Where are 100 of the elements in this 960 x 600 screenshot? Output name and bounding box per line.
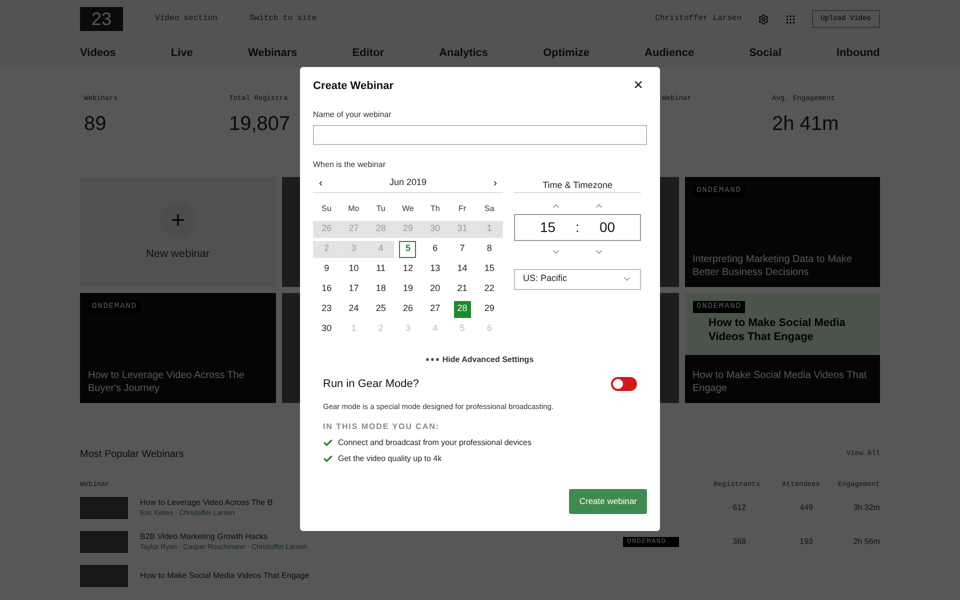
- timezone-select[interactable]: US: Pacific: [514, 268, 641, 290]
- weekday-label: Sa: [484, 203, 496, 215]
- calendar-day[interactable]: 13: [422, 260, 449, 278]
- dialog-title: Create Webinar: [313, 79, 394, 94]
- field-label: When is the webinar: [313, 158, 386, 170]
- field-label: Name of your webinar: [313, 108, 392, 120]
- calendar-day[interactable]: 6: [476, 320, 503, 338]
- webinar-title[interactable]: How to Make Social Media Videos That Engage: [140, 570, 611, 582]
- calendar-day[interactable]: 3: [394, 320, 422, 338]
- calendar-day[interactable]: 25: [367, 300, 394, 318]
- nav-link[interactable]: Live: [170, 44, 193, 62]
- nav-link[interactable]: Webinars: [248, 44, 298, 62]
- nav-link[interactable]: Social: [749, 44, 782, 62]
- calendar-day[interactable]: 8: [476, 240, 503, 258]
- stat-value: 19,807: [229, 112, 290, 136]
- user-name[interactable]: Christoffer Larsen: [655, 13, 742, 25]
- calendar-day[interactable]: 28: [367, 220, 394, 238]
- calendar-day[interactable]: 17: [340, 280, 368, 298]
- weekday-label: Tu: [375, 203, 386, 215]
- feature-heading: IN THIS MODE YOU CAN:: [323, 421, 440, 434]
- table-cell-text: 449: [798, 502, 813, 514]
- calendar-day[interactable]: 19: [394, 280, 422, 298]
- weekday-label: Su: [320, 203, 332, 215]
- nav-link[interactable]: Inbound: [836, 44, 880, 62]
- weekday-label: Fr: [457, 203, 468, 215]
- section-title: Most Popular Webinars: [80, 448, 184, 462]
- calendar-day[interactable]: 28: [454, 300, 471, 318]
- stat-value: 2h 41m: [772, 112, 839, 136]
- calendar-day[interactable]: 4: [367, 240, 394, 258]
- calendar-day[interactable]: 30: [313, 320, 340, 338]
- calendar-day[interactable]: 29: [476, 300, 503, 318]
- calendar-day[interactable]: 3: [340, 240, 368, 258]
- calendar-day[interactable]: 31: [448, 220, 476, 238]
- close-button[interactable]: ×: [630, 78, 647, 94]
- new-webinar-card[interactable]: New webinar: [80, 177, 276, 287]
- status-badge: ONDEMAND: [88, 301, 141, 313]
- webinar-card[interactable]: ONDEMAND Interpreting Marketing Data to Make Better Business Decisions: [684, 177, 880, 287]
- header-link[interactable]: Video section: [155, 13, 218, 25]
- webinar-card[interactable]: ONDEMAND How to Make Social Media Videos That Engage How to Make Social Media Videos That Engage: [684, 293, 880, 403]
- checkmark-icon: [323, 438, 333, 448]
- table-cell-text: 612: [732, 502, 746, 514]
- advanced-settings-toggle[interactable]: Hide Advanced Settings: [426, 354, 534, 366]
- gear-mode-title: Run in Gear Mode?: [323, 376, 419, 392]
- calendar-day[interactable]: 14: [448, 260, 476, 278]
- calendar-day[interactable]: 30: [422, 220, 449, 238]
- stat-value: 89: [84, 112, 106, 136]
- calendar-day[interactable]: 1: [340, 320, 368, 338]
- section-heading: Time & Timezone: [514, 176, 641, 192]
- nav-link[interactable]: Optimize: [543, 44, 590, 62]
- calendar-day[interactable]: 2: [367, 320, 394, 338]
- calendar-day[interactable]: 15: [476, 260, 503, 278]
- video-thumbnail: [80, 565, 128, 587]
- calendar-day[interactable]: 10: [340, 260, 368, 278]
- nav-link[interactable]: Audience: [644, 44, 694, 62]
- calendar-day[interactable]: 11: [367, 260, 394, 278]
- card-title: New webinar: [146, 246, 210, 262]
- nav-link[interactable]: Editor: [352, 44, 384, 62]
- next-month-button[interactable]: ›: [494, 176, 497, 190]
- calendar-day[interactable]: 7: [448, 240, 476, 258]
- calendar-day[interactable]: 16: [313, 280, 340, 298]
- calendar-day[interactable]: 4: [422, 320, 449, 338]
- calendar-day[interactable]: 21: [448, 280, 476, 298]
- webinar-name-input[interactable]: [313, 124, 647, 144]
- gear-mode-switch[interactable]: [611, 376, 637, 391]
- calendar-day[interactable]: 5: [399, 240, 416, 258]
- calendar-day[interactable]: 26: [313, 220, 340, 238]
- header-link[interactable]: Switch to site: [249, 13, 317, 25]
- nav-link[interactable]: Videos: [80, 44, 116, 62]
- settings-icon[interactable]: [758, 14, 769, 24]
- calendar-day[interactable]: 2: [313, 240, 340, 258]
- feature-item: Get the video quality up to 4k: [338, 453, 442, 466]
- calendar-day[interactable]: 12: [394, 260, 422, 278]
- calendar-day[interactable]: 24: [340, 300, 368, 318]
- calendar-day[interactable]: 22: [476, 280, 503, 298]
- video-thumbnail: [80, 531, 128, 553]
- weekday-label: Th: [429, 203, 441, 215]
- calendar-day[interactable]: 26: [394, 300, 422, 318]
- time-field[interactable]: 15 : 00: [514, 214, 641, 240]
- feature-item: Connect and broadcast from your professional devices: [338, 437, 532, 450]
- calendar-day[interactable]: 29: [394, 220, 422, 238]
- status-badge: ONDEMAND: [692, 301, 746, 313]
- calendar-day[interactable]: 27: [422, 300, 449, 318]
- calendar-day[interactable]: 6: [422, 240, 449, 258]
- calendar-day[interactable]: 20: [422, 280, 449, 298]
- webinar-card[interactable]: ONDEMAND How to Leverage Video Across The Buyer's Journey: [80, 293, 276, 403]
- calendar-day[interactable]: 1: [476, 220, 503, 238]
- calendar-day[interactable]: 23: [313, 300, 340, 318]
- create-webinar-button[interactable]: Create webinar: [569, 489, 647, 514]
- calendar-day[interactable]: 5: [448, 320, 476, 338]
- previous-month-button[interactable]: ‹: [319, 176, 322, 190]
- nav-link[interactable]: Analytics: [439, 44, 488, 62]
- status-badge: ONDEMAND: [692, 185, 746, 197]
- card-title: How to Make Social Media Videos That Engage: [692, 370, 868, 395]
- calendar-day[interactable]: 27: [340, 220, 368, 238]
- apps-grid-icon[interactable]: [784, 14, 796, 24]
- table-cell-text: 2h 56m: [852, 536, 880, 548]
- webinar-title[interactable]: B2B Video Marketing Growth Hacks: [140, 530, 611, 543]
- logo[interactable]: 23: [80, 7, 123, 31]
- calendar-day[interactable]: 18: [367, 280, 394, 298]
- calendar-day[interactable]: 9: [313, 260, 340, 278]
